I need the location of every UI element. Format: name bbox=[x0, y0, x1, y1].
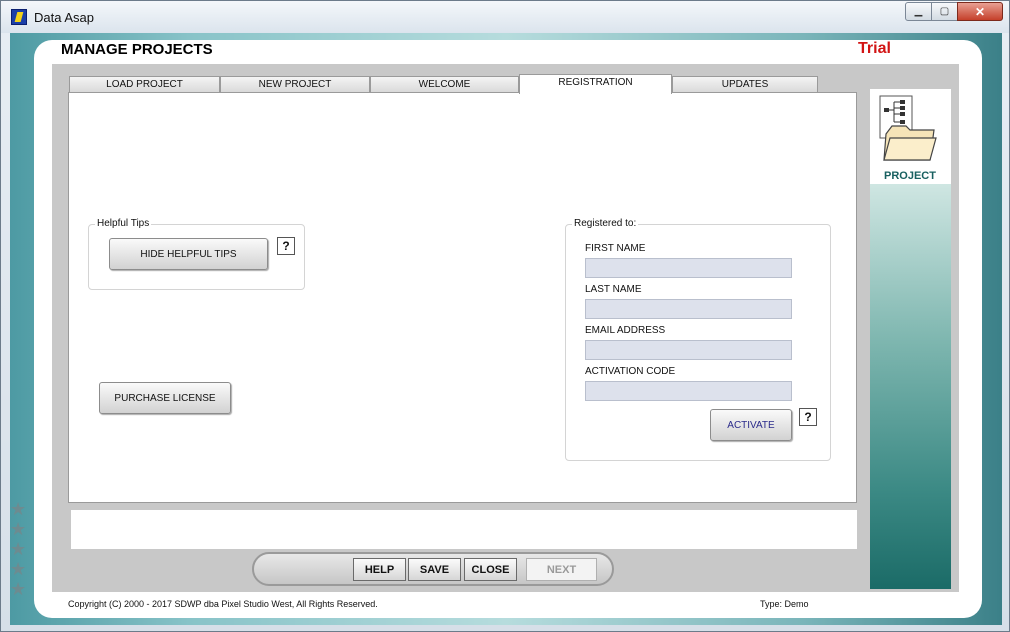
tab-registration[interactable]: REGISTRATION bbox=[519, 74, 672, 94]
star-icon: ★ bbox=[10, 519, 27, 539]
last-name-field[interactable] bbox=[585, 299, 792, 319]
star-icon: ★ bbox=[10, 579, 27, 599]
app-logo-icon bbox=[11, 9, 27, 25]
star-icon: ★ bbox=[10, 559, 27, 579]
activation-code-label: ACTIVATION CODE bbox=[585, 366, 676, 377]
copyright-text: Copyright (C) 2000 - 2017 SDWP dba Pixel… bbox=[68, 599, 378, 609]
trial-badge: Trial bbox=[858, 40, 891, 57]
star-icon: ★ bbox=[10, 499, 27, 519]
page-title: MANAGE PROJECTS bbox=[61, 41, 213, 58]
license-type-text: Type: Demo bbox=[760, 599, 809, 609]
close-button[interactable]: CLOSE bbox=[464, 558, 517, 581]
window-title: Data Asap bbox=[34, 10, 94, 25]
tab-new-project[interactable]: NEW PROJECT bbox=[220, 76, 370, 93]
registered-to-label: Registered to: bbox=[572, 218, 639, 229]
minimize-icon: ▁ bbox=[914, 6, 923, 17]
save-button[interactable]: SAVE bbox=[408, 558, 461, 581]
tab-updates[interactable]: UPDATES bbox=[672, 76, 818, 93]
purchase-license-button[interactable]: PURCHASE LICENSE bbox=[99, 382, 231, 414]
helpful-tips-help-button[interactable]: ? bbox=[277, 237, 295, 255]
status-message-box bbox=[71, 510, 857, 549]
maximize-icon: ▢ bbox=[939, 6, 950, 17]
next-button[interactable]: NEXT bbox=[526, 558, 597, 581]
email-address-label: EMAIL ADDRESS bbox=[585, 325, 666, 336]
last-name-label: LAST NAME bbox=[585, 284, 642, 295]
activation-code-field[interactable] bbox=[585, 381, 792, 401]
project-folder-icon[interactable] bbox=[878, 94, 938, 164]
help-button[interactable]: HELP bbox=[353, 558, 406, 581]
close-window-button[interactable]: ✕ bbox=[957, 2, 1003, 21]
title-bar[interactable]: Data Asap ▁ ▢ ✕ bbox=[1, 1, 1009, 33]
activation-help-button[interactable]: ? bbox=[799, 408, 817, 426]
tab-load-project[interactable]: LOAD PROJECT bbox=[69, 76, 220, 93]
email-address-field[interactable] bbox=[585, 340, 792, 360]
minimize-button[interactable]: ▁ bbox=[905, 2, 932, 21]
activate-button[interactable]: ACTIVATE bbox=[710, 409, 792, 441]
helpful-tips-label: Helpful Tips bbox=[95, 218, 152, 229]
side-panel bbox=[870, 89, 951, 589]
project-label: PROJECT bbox=[884, 170, 936, 182]
tab-welcome[interactable]: WELCOME bbox=[370, 76, 519, 93]
window-controls: ▁ ▢ ✕ bbox=[905, 2, 1003, 21]
maximize-button[interactable]: ▢ bbox=[931, 2, 958, 21]
first-name-field[interactable] bbox=[585, 258, 792, 278]
close-icon: ✕ bbox=[974, 4, 986, 19]
hide-helpful-tips-button[interactable]: HIDE HELPFUL TIPS bbox=[109, 238, 268, 270]
first-name-label: FIRST NAME bbox=[585, 243, 646, 254]
star-icon: ★ bbox=[10, 539, 27, 559]
decorative-stars: ★ ★ ★ ★ ★ bbox=[10, 500, 32, 598]
